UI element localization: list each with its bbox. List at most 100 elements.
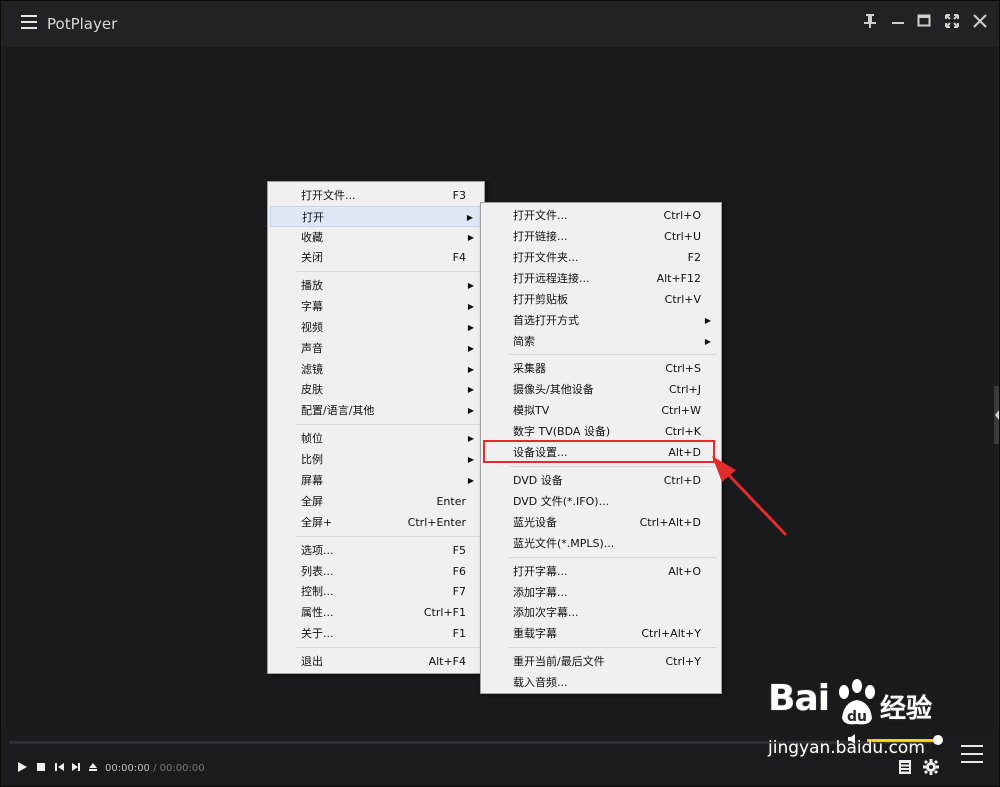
side-panel-toggle[interactable] bbox=[994, 386, 999, 444]
main-menu-item-shortcut: Ctrl+F1 bbox=[423, 606, 466, 619]
main-menu-item[interactable]: 打开 ▶ bbox=[270, 206, 482, 227]
open-submenu-item-label: 摄像头/其他设备 bbox=[513, 383, 594, 396]
main-menu-item[interactable]: 声音 ▶ bbox=[270, 338, 482, 359]
menu-separator bbox=[296, 647, 480, 648]
main-menu-item[interactable]: 配置/语言/其他 ▶ bbox=[270, 400, 482, 421]
main-menu-item[interactable]: 比例 ▶ bbox=[270, 449, 482, 470]
main-menu-item-label: 帧位 bbox=[301, 432, 323, 445]
open-submenu-item-shortcut: Ctrl+U bbox=[664, 230, 701, 243]
open-submenu-item-label: 首选打开方式 bbox=[513, 314, 579, 327]
main-menu-item-label: 关于... bbox=[301, 627, 334, 640]
open-submenu-item[interactable]: 蓝光文件(*.MPLS)... bbox=[483, 533, 719, 554]
open-submenu-item[interactable]: 重开当前/最后文件 Ctrl+Y bbox=[483, 651, 719, 672]
open-submenu-item[interactable]: 打开文件夹... F2 bbox=[483, 247, 719, 268]
menu-separator bbox=[509, 557, 717, 558]
context-menu: 打开文件... F3 打开 ▶ 收藏 ▶ 关闭 F4 播放 ▶ 字幕 ▶ 视频 ▶ 声音 ▶ 滤镜 ▶ 皮肤 ▶ 配置/… bbox=[267, 181, 485, 674]
open-submenu-item[interactable]: 重载字幕 Ctrl+Alt+Y bbox=[483, 623, 719, 644]
open-submenu-item[interactable]: 添加字幕... bbox=[483, 582, 719, 603]
main-menu-item[interactable]: 滤镜 ▶ bbox=[270, 359, 482, 380]
main-menu-item[interactable]: 控制... F7 bbox=[270, 581, 482, 602]
open-submenu-item[interactable]: 打开剪贴板 Ctrl+V bbox=[483, 289, 719, 310]
open-submenu-item-shortcut: Ctrl+Alt+Y bbox=[641, 627, 701, 640]
stop-icon[interactable] bbox=[37, 761, 46, 777]
main-menu-item-label: 退出 bbox=[301, 655, 323, 668]
main-menu-item[interactable]: 选项... F5 bbox=[270, 540, 482, 561]
open-submenu-item-shortcut: Ctrl+Alt+D bbox=[639, 516, 701, 529]
submenu-arrow-icon: ▶ bbox=[704, 337, 711, 346]
open-submenu-item[interactable]: 模拟TV Ctrl+W bbox=[483, 400, 719, 421]
open-submenu-item-label: 添加次字幕... bbox=[513, 606, 579, 619]
annotation-highlight-box bbox=[483, 440, 715, 463]
open-submenu-item-shortcut: Ctrl+K bbox=[664, 425, 701, 438]
main-menu-item-label: 比例 bbox=[301, 453, 323, 466]
main-menu-item[interactable]: 视频 ▶ bbox=[270, 317, 482, 338]
submenu-arrow-icon: ▶ bbox=[467, 365, 474, 374]
duration: 00:00:00 bbox=[159, 763, 205, 774]
time-display: 00:00:00 / 00:00:00 bbox=[105, 763, 205, 774]
title-bar[interactable]: PotPlayer bbox=[1, 1, 999, 47]
main-menu-item[interactable]: 屏幕 ▶ bbox=[270, 470, 482, 491]
open-submenu-item[interactable]: 采集器 Ctrl+S bbox=[483, 358, 719, 379]
main-menu-icon[interactable] bbox=[21, 15, 37, 29]
main-menu-item-label: 屏幕 bbox=[301, 474, 323, 487]
open-submenu-item[interactable]: DVD 文件(*.IFO)... bbox=[483, 491, 719, 512]
open-submenu-item-label: 打开剪贴板 bbox=[513, 293, 568, 306]
main-menu-item[interactable]: 列表... F6 bbox=[270, 561, 482, 582]
open-submenu-item-label: 载入音频... bbox=[513, 676, 568, 689]
next-icon[interactable] bbox=[71, 761, 81, 777]
open-submenu-item-shortcut: Ctrl+D bbox=[663, 474, 701, 487]
open-submenu-item[interactable]: 首选打开方式 ▶ bbox=[483, 310, 719, 331]
main-menu-item-label: 皮肤 bbox=[301, 383, 323, 396]
open-submenu-item-label: 打开字幕... bbox=[513, 565, 568, 578]
minimize-icon[interactable] bbox=[889, 13, 907, 33]
main-menu-item[interactable]: 属性... Ctrl+F1 bbox=[270, 602, 482, 623]
main-menu-item[interactable]: 退出 Alt+F4 bbox=[270, 651, 482, 672]
submenu-arrow-icon: ▶ bbox=[467, 344, 474, 353]
open-submenu-item-shortcut: Ctrl+J bbox=[668, 383, 701, 396]
submenu-arrow-icon: ▶ bbox=[466, 213, 473, 222]
main-menu-item-shortcut: F6 bbox=[452, 565, 466, 578]
main-menu-item[interactable]: 全屏 Enter bbox=[270, 491, 482, 512]
open-submenu-item[interactable]: 添加次字幕... bbox=[483, 602, 719, 623]
main-menu-item-label: 播放 bbox=[301, 279, 323, 292]
main-menu-item[interactable]: 帧位 ▶ bbox=[270, 428, 482, 449]
main-menu-item-label: 打开 bbox=[302, 211, 324, 224]
open-submenu-item-label: 打开远程连接... bbox=[513, 272, 590, 285]
menu-separator bbox=[296, 424, 480, 425]
open-submenu-item[interactable]: 打开远程连接... Alt+F12 bbox=[483, 268, 719, 289]
pin-icon[interactable] bbox=[861, 13, 879, 33]
open-submenu-item-label: 添加字幕... bbox=[513, 586, 568, 599]
open-submenu-item[interactable]: 打开字幕... Alt+O bbox=[483, 561, 719, 582]
maximize-icon[interactable] bbox=[915, 13, 933, 33]
main-menu-item[interactable]: 打开文件... F3 bbox=[270, 185, 482, 206]
play-icon[interactable] bbox=[17, 761, 28, 777]
main-menu-item[interactable]: 全屏+ Ctrl+Enter bbox=[270, 512, 482, 533]
main-menu-item-shortcut: F1 bbox=[452, 627, 466, 640]
open-submenu-item[interactable]: DVD 设备 Ctrl+D bbox=[483, 470, 719, 491]
open-submenu-item[interactable]: 打开文件... Ctrl+O bbox=[483, 205, 719, 226]
open-submenu-item-label: 重载字幕 bbox=[513, 627, 557, 640]
main-menu-item[interactable]: 关闭 F4 bbox=[270, 247, 482, 268]
open-submenu-item[interactable]: 载入音频... bbox=[483, 672, 719, 693]
open-submenu-item[interactable]: 数字 TV(BDA 设备) Ctrl+K bbox=[483, 421, 719, 442]
main-menu-item[interactable]: 播放 ▶ bbox=[270, 275, 482, 296]
open-submenu-item[interactable]: 蓝光设备 Ctrl+Alt+D bbox=[483, 512, 719, 533]
main-menu-item-shortcut: Ctrl+Enter bbox=[407, 516, 466, 529]
close-icon[interactable] bbox=[971, 13, 989, 33]
open-submenu-item[interactable]: 打开链接... Ctrl+U bbox=[483, 226, 719, 247]
main-menu-item[interactable]: 关于... F1 bbox=[270, 623, 482, 644]
main-menu-item[interactable]: 字幕 ▶ bbox=[270, 296, 482, 317]
submenu-arrow-icon: ▶ bbox=[467, 323, 474, 332]
main-menu-item[interactable]: 皮肤 ▶ bbox=[270, 379, 482, 400]
main-menu-item-label: 字幕 bbox=[301, 300, 323, 313]
open-submenu-item-shortcut: Ctrl+W bbox=[661, 404, 701, 417]
open-submenu-item[interactable]: 简索 ▶ bbox=[483, 331, 719, 352]
open-submenu-item[interactable]: 摄像头/其他设备 Ctrl+J bbox=[483, 379, 719, 400]
previous-icon[interactable] bbox=[55, 761, 65, 777]
submenu-arrow-icon: ▶ bbox=[467, 281, 474, 290]
fullscreen-icon[interactable] bbox=[943, 13, 961, 33]
main-menu-item[interactable]: 收藏 ▶ bbox=[270, 227, 482, 248]
main-menu-item-label: 收藏 bbox=[301, 231, 323, 244]
current-time: 00:00:00 bbox=[105, 763, 150, 774]
eject-icon[interactable] bbox=[88, 761, 98, 777]
